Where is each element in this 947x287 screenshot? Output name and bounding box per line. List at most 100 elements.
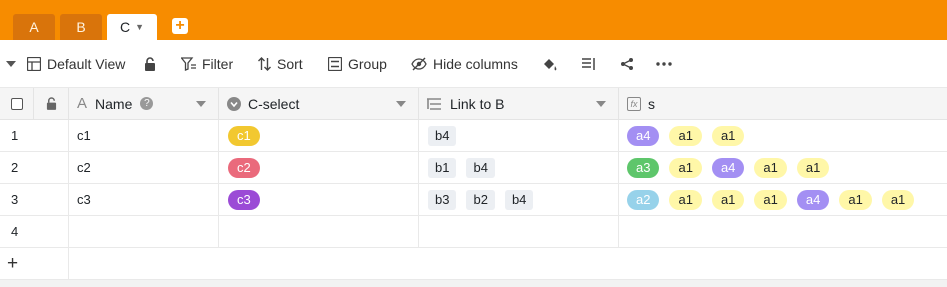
link-cell[interactable]: b4: [419, 120, 619, 152]
filter-label: Filter: [202, 56, 234, 72]
tab-b[interactable]: B: [60, 14, 102, 40]
name-cell[interactable]: [69, 216, 219, 248]
row-number-cell[interactable]: 3: [0, 184, 69, 216]
cselect-cell[interactable]: c1: [219, 120, 419, 152]
text-type-icon: A: [77, 95, 88, 112]
formula-value-pill: a1: [754, 189, 787, 210]
formula-value-pill: a4: [711, 157, 745, 178]
share-icon[interactable]: [620, 40, 634, 88]
add-table-button[interactable]: +: [172, 18, 188, 34]
formula-value-pill: a2: [627, 189, 660, 210]
filter-button[interactable]: Filter: [181, 40, 233, 88]
tab-label: B: [76, 19, 86, 35]
group-button[interactable]: Group: [328, 40, 387, 88]
eye-off-icon: [411, 57, 427, 71]
add-row-button[interactable]: +: [0, 248, 69, 280]
formula-value-pill: a4: [796, 189, 830, 210]
hide-columns-label: Hide columns: [433, 56, 518, 72]
view-selector-button[interactable]: Default View: [27, 40, 125, 88]
group-icon: [328, 57, 342, 71]
linked-record-tag: b4: [504, 189, 534, 210]
lock-icon[interactable]: [144, 40, 156, 88]
select-all-checkbox[interactable]: [10, 97, 23, 110]
row-number: 3: [11, 192, 19, 207]
column-header-formula[interactable]: fx s: [619, 88, 947, 120]
formula-cell[interactable]: a3 a1 a4 a1 a1: [619, 152, 947, 184]
formula-value-pill: a1: [711, 125, 745, 146]
tab-c[interactable]: C ▼: [107, 14, 157, 40]
row-number: 4: [11, 224, 19, 239]
formula-cell[interactable]: a4 a1 a1: [619, 120, 947, 152]
column-title: Link to B: [450, 95, 505, 112]
chevron-down-icon[interactable]: [396, 101, 406, 107]
sort-button[interactable]: Sort: [258, 40, 303, 88]
formula-value-pill: a1: [711, 189, 745, 210]
link-cell[interactable]: b1 b4: [419, 152, 619, 184]
cselect-cell[interactable]: c2: [219, 152, 419, 184]
formula-cell[interactable]: [619, 216, 947, 248]
linked-record-tag: b2: [466, 189, 495, 210]
formula-icon: fx: [627, 96, 641, 111]
view-caret-down-icon[interactable]: [6, 40, 16, 88]
add-row-icon: +: [7, 252, 19, 274]
tab-a[interactable]: A: [13, 14, 55, 40]
formula-value-pill: a1: [796, 157, 830, 178]
name-cell[interactable]: c2: [69, 152, 219, 184]
name-cell[interactable]: c1: [69, 120, 219, 152]
tab-label: A: [29, 19, 39, 35]
row-number-cell[interactable]: 1: [0, 120, 69, 152]
row-number: 1: [11, 128, 19, 143]
formula-value-pill: a1: [881, 189, 915, 210]
lock-icon: [46, 97, 56, 110]
link-column-icon: [427, 97, 441, 110]
formula-cell[interactable]: a2 a1 a1 a1 a4 a1 a1: [619, 184, 947, 216]
formula-value-pill: a4: [627, 125, 660, 146]
formula-value-pill: a3: [627, 157, 660, 178]
linked-record-tag: b3: [428, 189, 457, 210]
name-value: c3: [77, 192, 91, 207]
column-title: C-select: [248, 95, 300, 112]
cselect-cell[interactable]: [219, 216, 419, 248]
row-number-cell[interactable]: 2: [0, 152, 69, 184]
hide-columns-button[interactable]: Hide columns: [411, 40, 518, 88]
formula-value-pill: a1: [669, 189, 702, 210]
column-header-cselect[interactable]: C-select: [219, 88, 419, 120]
more-options-icon[interactable]: [656, 40, 672, 88]
sort-icon: [258, 57, 271, 71]
scroll-area: [0, 280, 947, 287]
table-tab-bar: A B C ▼ +: [0, 0, 947, 40]
column-header-name[interactable]: A Name ?: [69, 88, 219, 120]
link-cell[interactable]: [419, 216, 619, 248]
row-number: 2: [11, 160, 19, 175]
linked-record-tag: b1: [428, 157, 457, 178]
help-icon[interactable]: ?: [140, 97, 154, 110]
chevron-down-icon[interactable]: [196, 101, 206, 107]
column-title: Name: [95, 95, 133, 112]
sort-label: Sort: [277, 56, 303, 72]
select-all-header: [0, 88, 34, 120]
paint-bucket-icon[interactable]: [542, 40, 558, 88]
group-label: Group: [348, 56, 387, 72]
row-height-icon[interactable]: [582, 40, 596, 88]
select-option-pill: c1: [228, 125, 260, 146]
cselect-cell[interactable]: c3: [219, 184, 419, 216]
link-cell[interactable]: b3 b2 b4: [419, 184, 619, 216]
name-cell[interactable]: c3: [69, 184, 219, 216]
view-toolbar: Default View Filter Sort Group Hide colu…: [0, 40, 947, 88]
linked-record-tag: b4: [466, 157, 495, 178]
select-option-pill: c3: [228, 189, 260, 210]
chevron-down-icon[interactable]: ▼: [135, 22, 144, 32]
lock-header: [34, 88, 69, 120]
view-label: Default View: [47, 56, 126, 72]
column-header-link[interactable]: Link to B: [419, 88, 619, 120]
grid-table-icon: [27, 57, 41, 71]
name-value: c1: [77, 128, 91, 143]
row-number-cell[interactable]: 4: [0, 216, 69, 248]
linked-record-tag: b4: [428, 125, 457, 146]
chevron-down-icon[interactable]: [596, 101, 606, 107]
filter-icon: [181, 57, 196, 71]
column-title: s: [648, 95, 655, 112]
select-option-pill: c2: [228, 157, 260, 178]
add-row-bar[interactable]: [69, 248, 947, 280]
formula-value-pill: a1: [754, 157, 787, 178]
